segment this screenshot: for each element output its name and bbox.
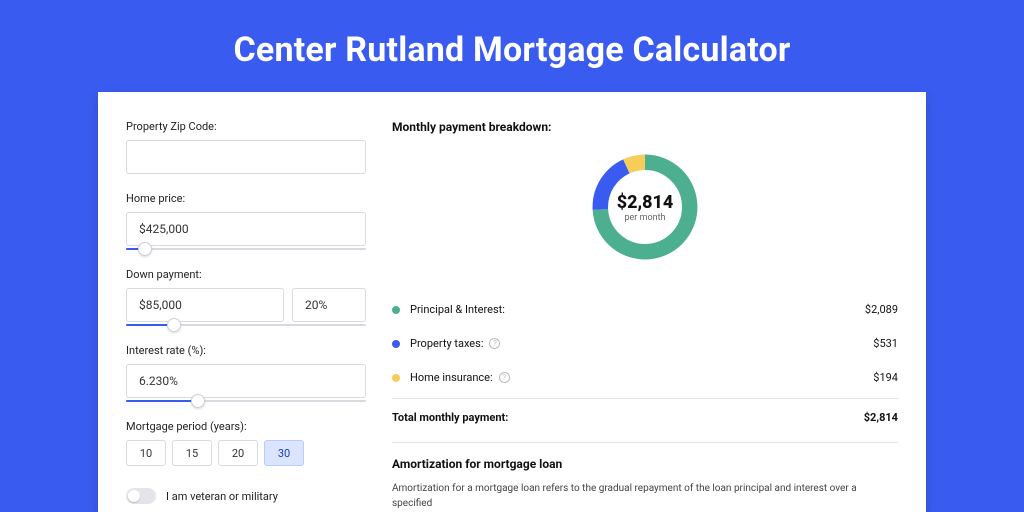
legend-row: Property taxes:?$531 xyxy=(392,326,898,360)
info-icon[interactable]: ? xyxy=(499,372,510,383)
info-icon[interactable]: ? xyxy=(489,338,500,349)
slider-thumb[interactable] xyxy=(167,318,181,332)
zip-input[interactable] xyxy=(126,140,366,174)
total-label: Total monthly payment: xyxy=(392,411,864,424)
interest-slider[interactable] xyxy=(126,400,366,402)
legend-dot-icon xyxy=(392,374,400,382)
legend-label: Principal & Interest: xyxy=(410,303,865,316)
amort-text: Amortization for a mortgage loan refers … xyxy=(392,481,898,511)
period-button-30[interactable]: 30 xyxy=(264,440,304,466)
donut-total: $2,814 xyxy=(617,192,674,213)
legend-label: Property taxes:? xyxy=(410,337,873,350)
breakdown-panel: Monthly payment breakdown: $2,814 per mo… xyxy=(392,120,898,511)
period-button-15[interactable]: 15 xyxy=(172,440,212,466)
donut-subtitle: per month xyxy=(624,213,665,223)
legend-row: Home insurance:?$194 xyxy=(392,360,898,394)
payment-donut-chart: $2,814 per month xyxy=(586,148,704,266)
down-payment-input[interactable] xyxy=(126,288,284,322)
page-title: Center Rutland Mortgage Calculator xyxy=(0,0,1024,92)
period-button-10[interactable]: 10 xyxy=(126,440,166,466)
legend-label: Home insurance:? xyxy=(410,371,873,384)
down-payment-slider[interactable] xyxy=(126,324,366,326)
slider-thumb[interactable] xyxy=(138,242,152,256)
amortization-section: Amortization for mortgage loan Amortizat… xyxy=(392,442,898,511)
form-panel: Property Zip Code: Home price: Down paym… xyxy=(126,120,366,511)
legend-dot-icon xyxy=(392,306,400,314)
home-price-field: Home price: xyxy=(126,192,366,250)
home-price-input[interactable] xyxy=(126,212,366,246)
amort-title: Amortization for mortgage loan xyxy=(392,457,898,471)
calculator-card: Property Zip Code: Home price: Down paym… xyxy=(98,92,926,512)
interest-input[interactable] xyxy=(126,364,366,398)
down-payment-field: Down payment: xyxy=(126,268,366,326)
zip-label: Property Zip Code: xyxy=(126,120,366,133)
veteran-label: I am veteran or military xyxy=(166,490,278,503)
legend-total-row: Total monthly payment: $2,814 xyxy=(392,398,898,436)
interest-field: Interest rate (%): xyxy=(126,344,366,402)
zip-field: Property Zip Code: xyxy=(126,120,366,174)
legend-value: $194 xyxy=(873,371,898,384)
down-payment-percent-input[interactable] xyxy=(292,288,366,322)
veteran-toggle[interactable] xyxy=(126,488,156,504)
total-value: $2,814 xyxy=(864,411,898,424)
legend: Principal & Interest:$2,089Property taxe… xyxy=(392,292,898,394)
period-field: Mortgage period (years): 10152030 xyxy=(126,420,366,466)
legend-value: $2,089 xyxy=(865,303,898,316)
period-label: Mortgage period (years): xyxy=(126,420,366,433)
breakdown-title: Monthly payment breakdown: xyxy=(392,120,898,134)
period-button-20[interactable]: 20 xyxy=(218,440,258,466)
down-payment-label: Down payment: xyxy=(126,268,366,281)
home-price-label: Home price: xyxy=(126,192,366,205)
legend-row: Principal & Interest:$2,089 xyxy=(392,292,898,326)
legend-value: $531 xyxy=(873,337,898,350)
legend-dot-icon xyxy=(392,340,400,348)
slider-thumb[interactable] xyxy=(191,394,205,408)
home-price-slider[interactable] xyxy=(126,248,366,250)
interest-label: Interest rate (%): xyxy=(126,344,366,357)
